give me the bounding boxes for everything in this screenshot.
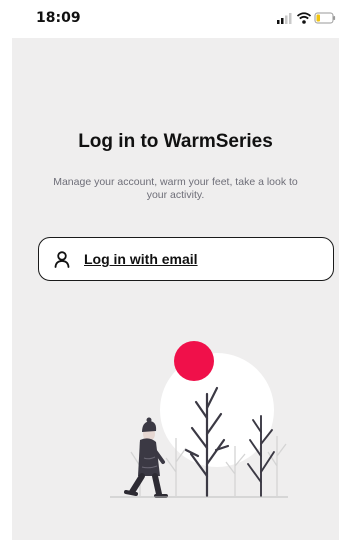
- signal-icon: [277, 13, 292, 24]
- user-icon: [53, 250, 71, 268]
- winter-walk-illustration: [100, 336, 290, 499]
- login-with-email-label: Log in with email: [84, 251, 198, 267]
- login-with-email-button[interactable]: Log in with email: [38, 237, 334, 281]
- battery-icon: [314, 12, 336, 24]
- status-time: 18:09: [36, 10, 81, 26]
- status-bar: 18:09: [0, 0, 351, 38]
- wifi-icon: [296, 12, 312, 24]
- page-title: Log in to WarmSeries: [78, 131, 273, 152]
- page-subtitle: Manage your account, warm your feet, tak…: [53, 176, 298, 201]
- status-icons: [277, 11, 337, 25]
- login-panel: Log in to WarmSeries Manage your account…: [12, 38, 339, 540]
